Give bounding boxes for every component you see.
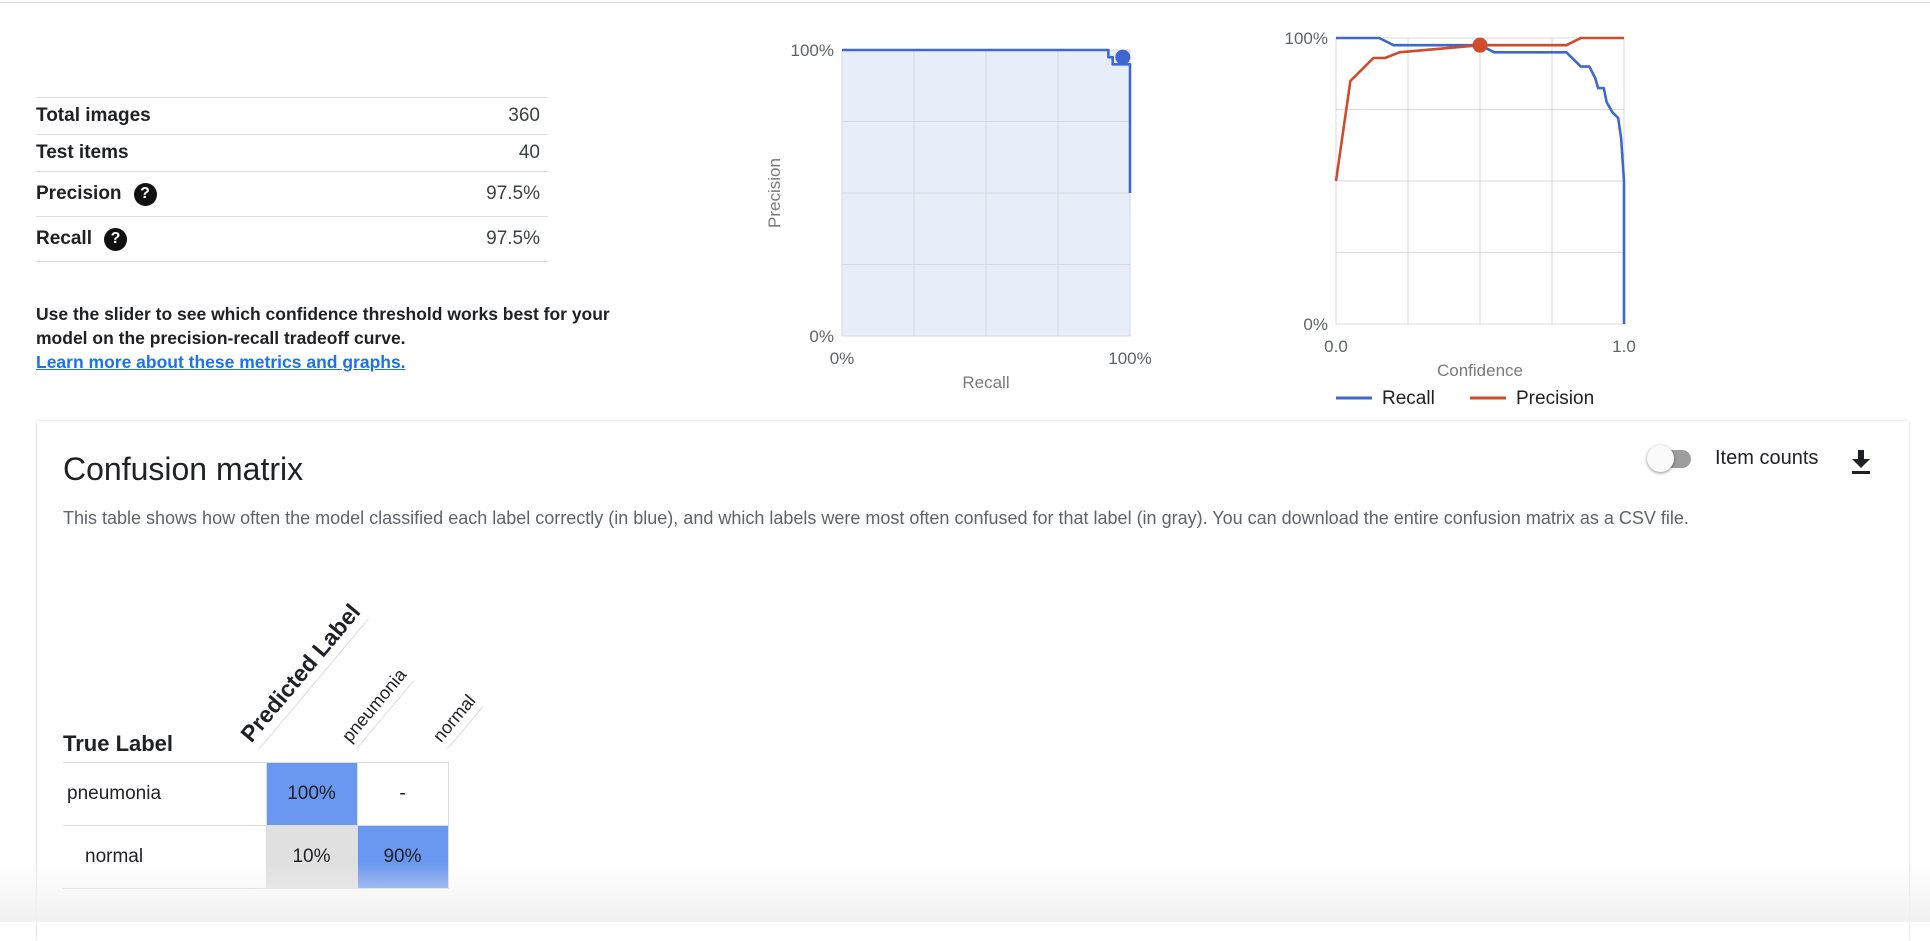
help-icon[interactable]: ?: [133, 182, 157, 206]
row-label-normal: normal: [63, 825, 267, 889]
metric-row-test-items: Test items 40: [36, 135, 548, 172]
top-divider: [0, 2, 1930, 3]
column-header-label: pneumonia: [337, 664, 415, 749]
legend-label: Precision: [1516, 388, 1594, 409]
precision-recall-chart[interactable]: 100% 0% 0% 100% Recall Precision: [740, 30, 1180, 410]
matrix-cell[interactable]: -: [356, 762, 449, 826]
y-tick-label: 100%: [791, 41, 834, 60]
table-row: pneumonia 100% -: [63, 762, 449, 826]
y-tick-label: 100%: [1285, 29, 1328, 48]
metric-label: Recall: [36, 228, 92, 249]
threshold-marker: [1472, 37, 1488, 53]
metric-row-total-images: Total images 360: [36, 98, 548, 135]
matrix-cell[interactable]: 10%: [265, 825, 358, 889]
x-axis-label: Recall: [962, 373, 1009, 392]
confidence-threshold-chart[interactable]: 100% 0% 0.0 1.0 ConfidenceRecall Precision: [1240, 20, 1680, 420]
y-tick-label: 0%: [809, 327, 834, 346]
x-tick-label: 0.0: [1324, 337, 1348, 356]
confusion-matrix-table: pneumonia 100% - normal 10% 90%: [63, 762, 449, 889]
metric-value: 97.5%: [486, 183, 540, 204]
confusion-matrix-title: Confusion matrix: [63, 451, 304, 487]
explanation-block: Use the slider to see which confidence t…: [36, 302, 656, 374]
y-tick-label: 0%: [1303, 315, 1328, 334]
y-axis-label: Precision: [765, 158, 784, 228]
metric-value: 40: [518, 142, 540, 163]
x-axis-label: Confidence: [1437, 361, 1523, 380]
metric-value: 360: [508, 105, 540, 126]
threshold-marker: [1115, 49, 1131, 65]
x-tick-label: 1.0: [1612, 337, 1636, 356]
metric-label: Total images: [36, 105, 151, 126]
metric-value: 97.5%: [486, 228, 540, 249]
matrix-cell[interactable]: 90%: [356, 825, 449, 889]
x-tick-label: 100%: [1108, 349, 1151, 368]
confusion-matrix-card: Confusion matrix Item counts This table …: [37, 421, 1909, 941]
column-header-label: normal: [428, 690, 484, 749]
metric-label: Test items: [36, 142, 129, 163]
table-row: normal 10% 90%: [63, 825, 449, 889]
column-header-normal: normal: [428, 690, 484, 749]
confusion-matrix-description: This table shows how often the model cla…: [63, 508, 1689, 528]
column-header-pneumonia: pneumonia: [337, 664, 415, 749]
legend-label: Recall: [1382, 388, 1435, 409]
matrix-cell[interactable]: 100%: [265, 762, 358, 826]
metric-row-precision: Precision ? 97.5%: [36, 172, 548, 217]
true-label-heading: True Label: [63, 731, 174, 756]
explanation-text: Use the slider to see which confidence t…: [36, 304, 610, 348]
download-icon[interactable]: [1849, 449, 1873, 475]
metric-row-recall: Recall ? 97.5%: [36, 217, 548, 262]
item-counts-toggle[interactable]: Item counts: [1647, 444, 1819, 472]
learn-more-link[interactable]: Learn more about these metrics and graph…: [36, 350, 656, 374]
toggle-knob[interactable]: [1647, 444, 1674, 472]
x-tick-label: 0%: [830, 349, 855, 368]
toggle-switch[interactable]: [1647, 444, 1691, 472]
help-icon[interactable]: ?: [103, 227, 127, 251]
row-label-pneumonia: pneumonia: [63, 762, 267, 826]
toggle-label: Item counts: [1715, 447, 1819, 469]
metric-label: Precision: [36, 183, 122, 204]
metrics-table: Total images 360 Test items 40 Precision…: [36, 97, 548, 262]
